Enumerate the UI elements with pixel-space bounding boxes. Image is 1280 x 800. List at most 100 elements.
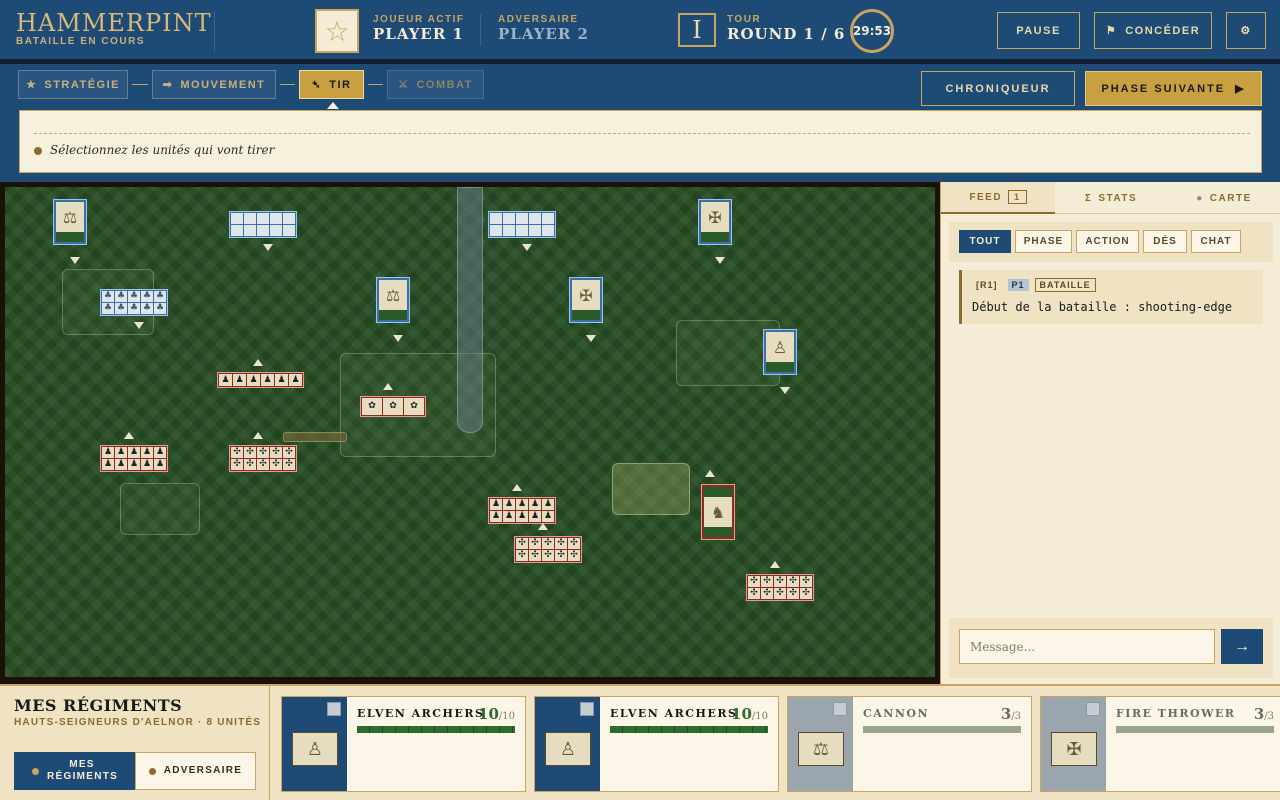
tab-label: FEED: [969, 191, 1003, 203]
unit-monster[interactable]: ♞: [701, 484, 735, 540]
battlefield[interactable]: ⚖ ✠ ♣ ♣ ♣ ♣ ♣ ♣ ♣ ♣ ♣ ♣ ⚖ ✠ ♙ ♟ ♟ ♟ ♟ ♟ …: [5, 187, 935, 677]
unit-regiment[interactable]: ✣ ✣ ✣ ✣ ✣ ✣ ✣ ✣ ✣ ✣: [229, 445, 297, 472]
message-input[interactable]: [959, 629, 1215, 664]
star-icon: ☆: [324, 14, 350, 48]
divider: [214, 12, 215, 52]
chronicler-label: CHRONIQUEUR: [945, 82, 1051, 95]
unit-elven-archers[interactable]: ♣ ♣ ♣ ♣ ♣ ♣ ♣ ♣ ♣ ♣: [100, 289, 168, 316]
unit-regiment[interactable]: [488, 211, 556, 238]
facing-arrow: [134, 322, 144, 329]
tab-map[interactable]: ● CARTE: [1167, 182, 1280, 214]
round-info: TOUR ROUND 1 / 6: [727, 14, 845, 43]
tab-label: CARTE: [1209, 192, 1252, 204]
unit-monsters[interactable]: ✿ ✿ ✿: [360, 396, 426, 417]
feed-count-badge: 1: [1008, 190, 1027, 204]
unit-cannon[interactable]: ⚖: [53, 199, 87, 245]
select-checkbox[interactable]: [833, 702, 847, 716]
unit-regiment[interactable]: ♟ ♟ ♟ ♟ ♟ ♟: [217, 372, 304, 388]
pause-label: PAUSE: [1016, 24, 1061, 37]
unit-regiment[interactable]: ✣ ✣ ✣ ✣ ✣ ✣ ✣ ✣ ✣ ✣: [746, 574, 814, 601]
filter-phase[interactable]: PHASE: [1015, 230, 1072, 253]
river-terrain: [457, 187, 483, 433]
select-checkbox[interactable]: [1086, 702, 1100, 716]
dot-icon: [148, 767, 156, 775]
unit-elven-archers-single[interactable]: ♙: [763, 329, 797, 375]
phase-movement[interactable]: ➡ MOUVEMENT: [152, 70, 276, 99]
toggle-my-regiments[interactable]: MES RÉGIMENTS: [14, 752, 135, 790]
arrow-right-icon: ➡: [162, 79, 174, 91]
army-subtitle: HAUTS-SEIGNEURS D'AELNOR · 8 UNITÉS: [14, 717, 262, 728]
facing-arrow: [586, 335, 596, 342]
settings-button[interactable]: ⚙: [1226, 12, 1266, 49]
health-bar: [610, 726, 768, 733]
health-bar: [357, 726, 515, 733]
select-checkbox[interactable]: [580, 702, 594, 716]
unit-cannon[interactable]: ⚖: [376, 277, 410, 323]
player-tag: P1: [1007, 279, 1029, 291]
regiment-card[interactable]: ⚖ CANNON 3/3: [787, 696, 1032, 792]
next-phase-label: PHASE SUIVANTE: [1101, 82, 1226, 95]
unit-fire-thrower[interactable]: ✠: [569, 277, 603, 323]
regiment-count: 3/3: [1000, 705, 1021, 723]
phase-shooting[interactable]: ➴ TIR: [299, 70, 364, 99]
filter-all[interactable]: TOUT: [959, 230, 1011, 253]
filter-chat[interactable]: CHAT: [1191, 230, 1241, 253]
tab-feed[interactable]: FEED 1: [941, 182, 1055, 214]
select-checkbox[interactable]: [327, 702, 341, 716]
swords-icon: ⚔: [398, 79, 410, 91]
unit-regiment[interactable]: [229, 211, 297, 238]
active-player: JOUEUR ACTIF PLAYER 1: [373, 14, 465, 43]
facing-arrow: [124, 432, 134, 439]
cannon-icon: ⚖: [56, 202, 84, 232]
regiment-card[interactable]: ♙ ELVEN ARCHERS 10/10: [281, 696, 526, 792]
star-icon: ★: [25, 79, 38, 91]
phase-bar: ★ STRATÉGIE ➡ MOUVEMENT ➴ TIR ⚔ COMBAT C…: [0, 64, 1280, 182]
health-bar: [863, 726, 1021, 733]
concede-button[interactable]: ⚑ CONCÉDER: [1094, 12, 1212, 49]
gear-icon: ⚙: [1240, 25, 1252, 37]
phase-label: STRATÉGIE: [44, 78, 120, 91]
archer-icon: ♙: [545, 732, 591, 766]
side-panel: FEED 1 Σ STATS ● CARTE TOUT PHASE ACTION…: [940, 182, 1280, 684]
fire-thrower-icon: ✠: [1051, 732, 1097, 766]
tab-stats[interactable]: Σ STATS: [1055, 182, 1167, 214]
health-bar: [1116, 726, 1274, 733]
unit-regiment[interactable]: ♟ ♟ ♟ ♟ ♟ ♟ ♟ ♟ ♟ ♟: [488, 497, 556, 524]
dot-icon: [32, 767, 39, 775]
phase-combat[interactable]: ⚔ COMBAT: [387, 70, 484, 99]
regiments-title: MES RÉGIMENTS: [14, 696, 183, 715]
regiments-panel: MES RÉGIMENTS HAUTS-SEIGNEURS D'AELNOR ·…: [0, 686, 270, 800]
hill-terrain: [612, 463, 690, 515]
phase-label: COMBAT: [416, 78, 473, 91]
archer-icon: ♙: [292, 732, 338, 766]
regiment-card[interactable]: ✠ FIRE THROWER 3/3: [1040, 696, 1280, 792]
filter-action[interactable]: ACTION: [1076, 230, 1139, 253]
phase-label: TIR: [329, 78, 352, 91]
send-button[interactable]: →: [1221, 629, 1263, 664]
facing-arrow: [780, 387, 790, 394]
next-phase-button[interactable]: PHASE SUIVANTE ▶: [1085, 71, 1262, 106]
unit-regiment[interactable]: ✣ ✣ ✣ ✣ ✣ ✣ ✣ ✣ ✣ ✣: [514, 536, 582, 563]
turn-timer: 29:53: [850, 9, 894, 53]
regiment-card[interactable]: ♙ ELVEN ARCHERS 10/10: [534, 696, 779, 792]
divider: [480, 14, 481, 46]
unit-regiment[interactable]: ♟ ♟ ♟ ♟ ♟ ♟ ♟ ♟ ♟ ♟: [100, 445, 168, 472]
facing-arrow: [253, 359, 263, 366]
logo-title: HAMMERPINT: [16, 9, 212, 37]
cannon-icon: ⚖: [379, 280, 407, 310]
divider: [34, 133, 1250, 134]
active-player-label: JOUEUR ACTIF: [373, 14, 465, 25]
regiment-name: ELVEN ARCHERS: [610, 707, 738, 720]
round-numeral: I: [678, 13, 716, 47]
facing-arrow: [512, 484, 522, 491]
phase-strategy[interactable]: ★ STRATÉGIE: [18, 70, 128, 99]
opponent-name: PLAYER 2: [498, 25, 589, 43]
filter-dice[interactable]: DÉS: [1143, 230, 1187, 253]
toggle-opponent[interactable]: ADVERSAIRE: [135, 752, 256, 790]
regiments-bar: MES RÉGIMENTS HAUTS-SEIGNEURS D'AELNOR ·…: [0, 684, 1280, 800]
facing-arrow: [522, 244, 532, 251]
unit-fire-thrower[interactable]: ✠: [698, 199, 732, 245]
chronicler-button[interactable]: CHRONIQUEUR: [921, 71, 1075, 106]
active-phase-pointer: [327, 102, 339, 109]
pause-button[interactable]: PAUSE: [997, 12, 1080, 49]
